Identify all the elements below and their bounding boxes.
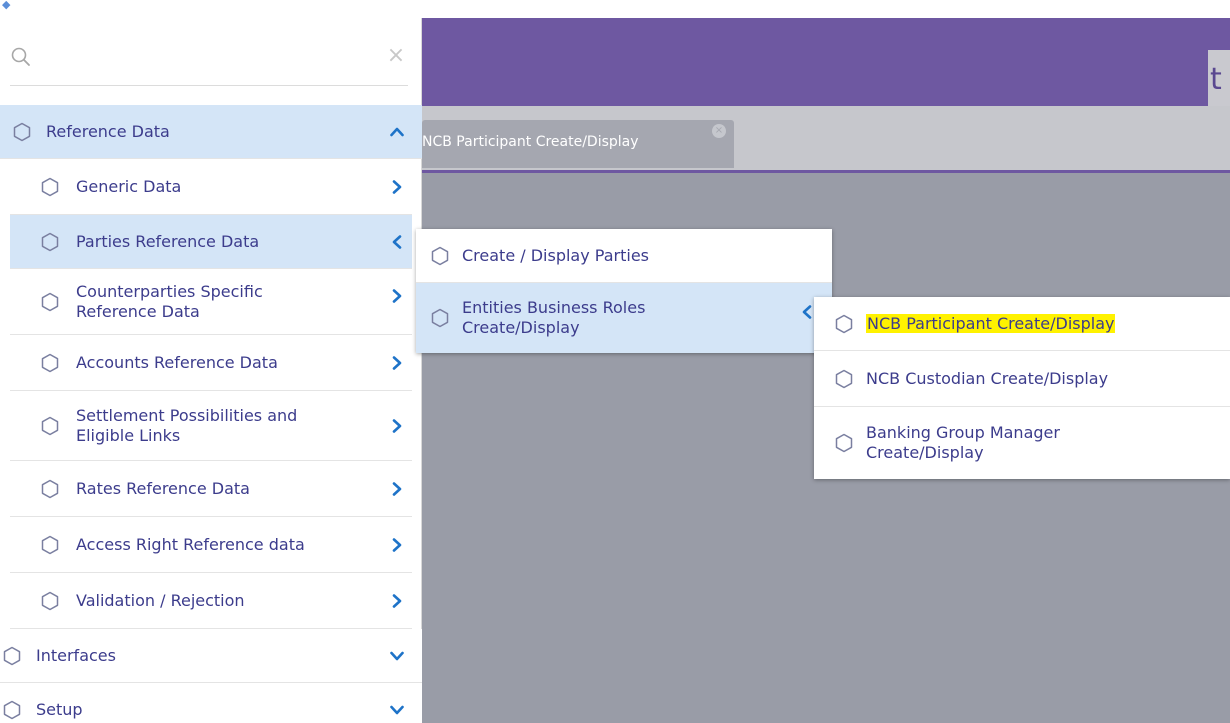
chevron-down-icon xyxy=(390,703,404,717)
menu-item-label: Settlement Possibilities and Eligible Li… xyxy=(76,406,297,446)
menu-item-label-line2: Create/Display xyxy=(866,443,984,462)
menu-item-label-line1: Counterparties Specific xyxy=(76,281,263,301)
menu-item-parties-reference-data[interactable]: Parties Reference Data xyxy=(10,215,412,269)
tab-bar: NCB Participant Create/Display × xyxy=(422,106,1230,170)
menu-item-label-line2: Eligible Links xyxy=(76,425,181,445)
chevron-right-icon xyxy=(390,356,404,370)
search-clear-icon[interactable]: × xyxy=(384,44,408,68)
menu-item-ncb-participant[interactable]: NCB Participant Create/Display xyxy=(814,297,1230,351)
menu-item-rates-reference-data[interactable]: Rates Reference Data xyxy=(10,461,412,517)
hexagon-icon xyxy=(40,292,60,312)
menu-item-label: Setup xyxy=(36,700,83,719)
menu-item-entities-business-roles[interactable]: Entities Business Roles Create/Display xyxy=(416,283,832,353)
chevron-right-icon xyxy=(390,419,404,433)
highlighted-text: NCB Participant Create/Display xyxy=(866,313,1116,333)
menu-item-label-line1: Banking Group Manager xyxy=(866,423,1060,442)
search-icon xyxy=(11,47,30,66)
menu-item-banking-group-manager[interactable]: Banking Group Manager Create/Display xyxy=(814,407,1230,479)
menu-item-counterparties-specific-reference-data[interactable]: Counterparties Specific Reference Data xyxy=(10,269,412,335)
hexagon-icon xyxy=(430,308,450,328)
menu-item-label: Counterparties Specific Reference Data xyxy=(76,282,263,322)
hexagon-icon xyxy=(834,314,854,334)
menu-item-accounts-reference-data[interactable]: Accounts Reference Data xyxy=(10,335,412,391)
menu-item-ncb-custodian[interactable]: NCB Custodian Create/Display xyxy=(814,351,1230,407)
chevron-right-icon xyxy=(390,289,404,303)
menu-item-label: Validation / Rejection xyxy=(76,590,245,610)
app-header: t xyxy=(422,18,1230,110)
hexagon-icon xyxy=(2,646,22,666)
hexagon-icon xyxy=(40,353,60,373)
tab-close-icon[interactable]: × xyxy=(712,124,726,138)
navigation-panel: × Reference Data Generic Data Parties Re… xyxy=(0,18,422,723)
menu-item-label: Accounts Reference Data xyxy=(76,352,278,372)
hexagon-icon xyxy=(834,433,854,453)
chevron-right-icon xyxy=(390,482,404,496)
app-small-icon: ◆ xyxy=(2,0,11,11)
menu-item-label-line1: Entities Business Roles xyxy=(462,298,646,317)
menu-item-settlement-possibilities[interactable]: Settlement Possibilities and Eligible Li… xyxy=(10,391,412,461)
menu-item-label: Entities Business Roles Create/Display xyxy=(462,298,645,338)
menu-item-interfaces[interactable]: Interfaces xyxy=(0,629,422,683)
chevron-right-icon xyxy=(390,538,404,552)
menu-item-label: NCB Participant Create/Display xyxy=(866,313,1116,334)
menu-item-label: Parties Reference Data xyxy=(76,231,260,251)
menu-item-generic-data[interactable]: Generic Data xyxy=(10,159,412,215)
chevron-left-icon xyxy=(800,305,814,319)
hexagon-icon xyxy=(40,591,60,611)
chevron-left-icon xyxy=(390,235,404,249)
hexagon-icon xyxy=(40,535,60,555)
hexagon-icon xyxy=(40,416,60,436)
submenu-entities-business-roles: NCB Participant Create/Display NCB Custo… xyxy=(814,297,1230,479)
menu-item-access-right-reference-data[interactable]: Access Right Reference data xyxy=(10,517,412,573)
tab-ncb-participant[interactable]: NCB Participant Create/Display × xyxy=(422,120,734,168)
hexagon-icon xyxy=(430,246,450,266)
menu-item-create-display-parties[interactable]: Create / Display Parties xyxy=(416,229,832,283)
menu-item-label: Access Right Reference data xyxy=(76,534,305,554)
chevron-up-icon xyxy=(390,125,404,139)
chevron-right-icon xyxy=(390,180,404,194)
menu-item-label: NCB Custodian Create/Display xyxy=(866,368,1109,388)
hexagon-icon xyxy=(40,177,60,197)
hexagon-icon xyxy=(40,232,60,252)
chevron-down-icon xyxy=(390,649,404,663)
hexagon-icon xyxy=(2,700,22,720)
menu-item-label: Interfaces xyxy=(36,645,116,665)
top-strip: ◆ xyxy=(0,0,1230,18)
menu-item-validation-rejection[interactable]: Validation / Rejection xyxy=(10,573,412,629)
search-input[interactable] xyxy=(40,44,360,72)
menu-item-label: Banking Group Manager Create/Display xyxy=(866,423,1060,463)
menu-item-label: Create / Display Parties xyxy=(462,245,649,265)
hexagon-icon xyxy=(40,479,60,499)
menu-item-setup[interactable]: Setup xyxy=(0,683,422,723)
menu-search: × xyxy=(10,36,408,86)
menu-item-label: Generic Data xyxy=(76,176,182,196)
tab-label: NCB Participant Create/Display xyxy=(422,134,639,150)
menu-item-label: Reference Data xyxy=(46,121,170,141)
menu-item-label-line1: Settlement Possibilities and xyxy=(76,405,298,425)
hexagon-icon xyxy=(834,369,854,389)
submenu-parties-reference-data: Create / Display Parties Entities Busine… xyxy=(416,229,832,353)
menu-item-label-line2: Reference Data xyxy=(76,301,200,321)
chevron-right-icon xyxy=(390,594,404,608)
menu-item-label-line2: Create/Display xyxy=(462,318,580,337)
menu-item-reference-data[interactable]: Reference Data xyxy=(0,105,422,159)
menu-item-label: Rates Reference Data xyxy=(76,478,250,498)
hexagon-icon xyxy=(12,122,32,142)
app-logo: t xyxy=(1208,50,1230,110)
